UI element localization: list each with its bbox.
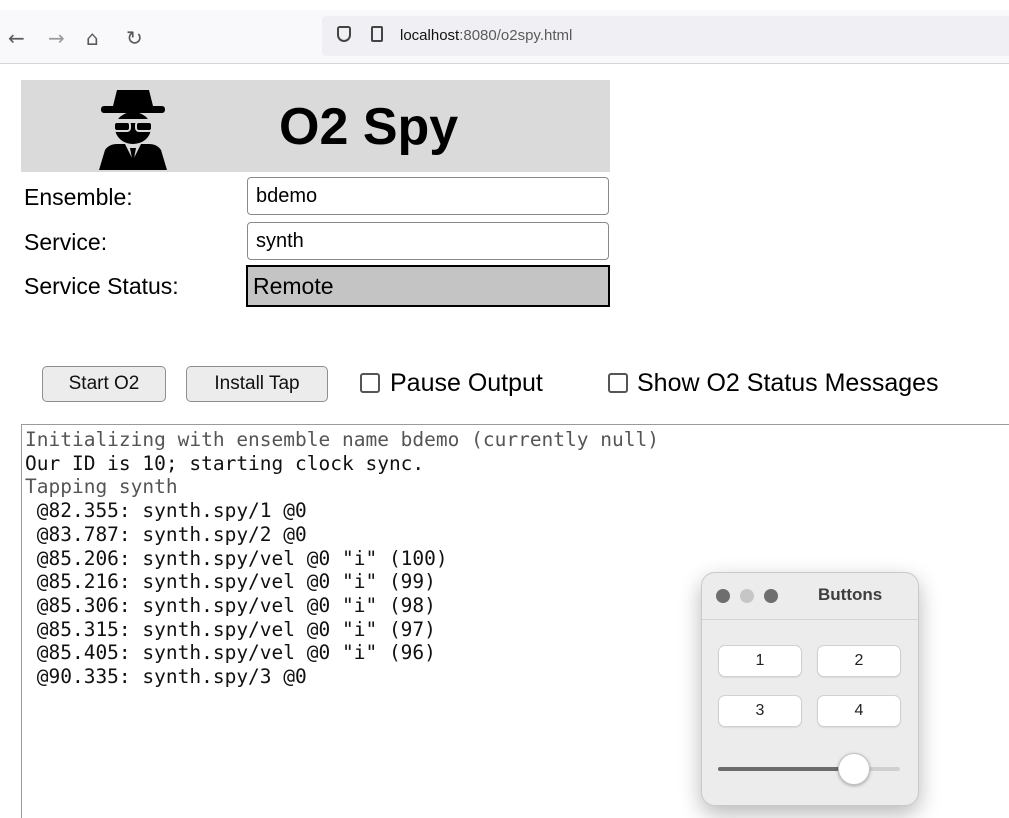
service-status-value: Remote <box>246 265 610 307</box>
log-line: @83.787: synth.spy/2 @0 <box>25 522 307 546</box>
zoom-dot-icon[interactable] <box>764 589 778 603</box>
url-text[interactable]: localhost:8080/o2spy.html <box>400 26 572 46</box>
ensemble-label: Ensemble: <box>24 184 133 210</box>
log-line: Our ID is 10; starting clock sync. <box>25 451 425 475</box>
home-icon[interactable]: ⌂ <box>86 26 99 50</box>
panel-slider[interactable] <box>718 753 900 785</box>
pause-output-label[interactable]: Pause Output <box>390 368 543 398</box>
pause-output-checkbox[interactable] <box>360 373 380 393</box>
start-o2-button[interactable]: Start O2 <box>42 366 166 402</box>
tab-strip-edge <box>0 0 1009 10</box>
log-line: @82.355: synth.spy/1 @0 <box>25 499 307 523</box>
slider-knob[interactable] <box>837 753 870 785</box>
log-line: @85.206: synth.spy/vel @0 "i" (100) <box>25 546 448 570</box>
show-status-checkbox[interactable] <box>608 373 628 393</box>
page-title: O2 Spy <box>279 98 459 156</box>
spy-icon <box>99 90 167 170</box>
app-header: O2 Spy <box>21 80 610 172</box>
tracking-shield-icon[interactable] <box>337 26 351 42</box>
reload-icon[interactable]: ↻ <box>126 26 143 50</box>
log-line: Tapping synth <box>25 475 178 499</box>
address-bar[interactable]: localhost:8080/o2spy.html <box>322 16 1009 56</box>
buttons-window[interactable]: Buttons 1 2 3 4 <box>701 572 919 806</box>
ensemble-input[interactable] <box>247 177 609 215</box>
service-input[interactable] <box>247 222 609 260</box>
install-tap-button[interactable]: Install Tap <box>186 366 328 402</box>
url-host: localhost <box>400 27 460 44</box>
panel-button-3[interactable]: 3 <box>718 695 802 727</box>
close-dot-icon[interactable] <box>716 589 730 603</box>
minimize-dot-icon[interactable] <box>740 589 754 603</box>
panel-button-2[interactable]: 2 <box>817 645 901 677</box>
page-info-icon[interactable] <box>371 26 383 42</box>
url-path: :8080/o2spy.html <box>459 27 573 44</box>
log-line: Initializing with ensemble name bdemo (c… <box>25 428 659 451</box>
slider-fill <box>718 767 853 771</box>
back-icon[interactable]: ← <box>8 26 25 50</box>
panel-button-4[interactable]: 4 <box>817 695 901 727</box>
forward-icon[interactable]: → <box>48 26 65 50</box>
service-status-label: Service Status: <box>24 273 179 299</box>
service-label: Service: <box>24 229 108 255</box>
buttons-window-title: Buttons <box>818 585 883 604</box>
show-status-label[interactable]: Show O2 Status Messages <box>637 368 939 398</box>
browser-toolbar: ← → ⌂ ↻ localhost:8080/o2spy.html <box>0 0 1009 64</box>
panel-button-1[interactable]: 1 <box>718 645 802 677</box>
buttons-window-titlebar[interactable]: Buttons <box>702 573 918 620</box>
